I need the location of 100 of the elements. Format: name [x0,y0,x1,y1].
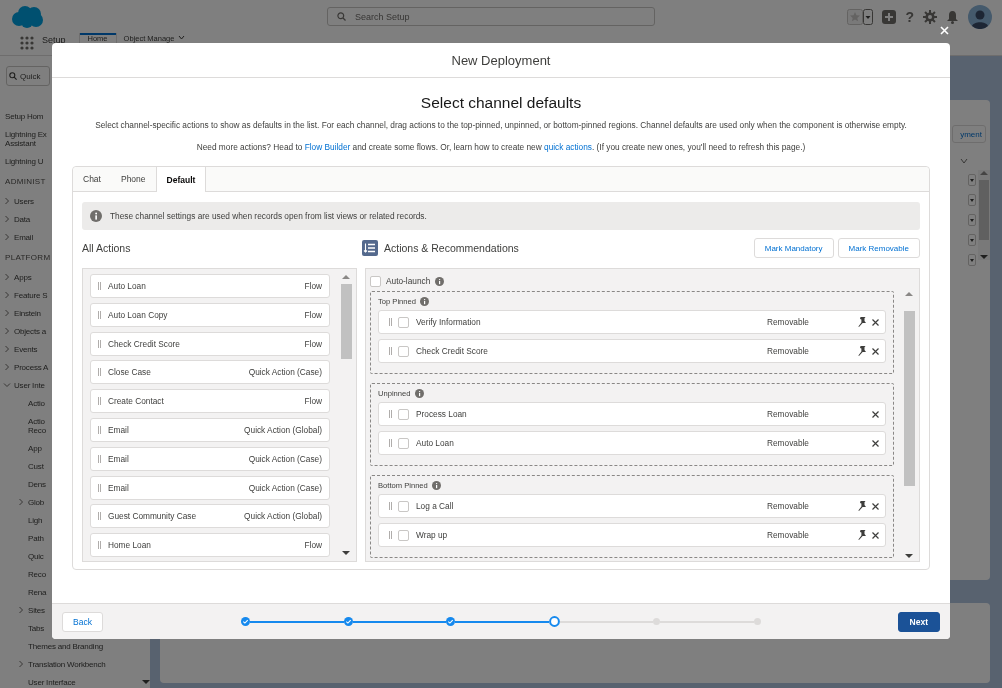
chevron-right-icon[interactable] [3,291,11,299]
help-button[interactable]: ? [905,9,914,24]
drag-handle-icon[interactable] [98,541,101,550]
close-icon[interactable] [872,318,879,326]
checkbox[interactable] [370,275,381,287]
settings-icon[interactable] [923,9,937,24]
tab[interactable]: Default [155,167,207,192]
checkbox[interactable] [398,529,409,541]
quick-find-field[interactable]: Quick [6,66,50,86]
scrollbar[interactable] [978,170,990,260]
chevron-right-icon[interactable] [3,215,11,223]
chevron-down-icon[interactable] [178,35,186,40]
drag-handle-icon[interactable] [389,347,392,355]
drag-handle-icon[interactable] [98,310,101,319]
drag-handle-icon[interactable] [389,531,392,539]
pin-icon[interactable] [857,501,866,511]
action-button[interactable]: yment [952,125,986,143]
caret-down-icon[interactable] [970,258,974,262]
search-field[interactable]: Search Setup [327,7,655,26]
link[interactable]: quick actions [544,142,592,152]
sidebar-item[interactable]: Actio [28,398,45,408]
sidebar-item[interactable]: Themes and Branding [28,641,103,651]
chevron-right-icon[interactable] [3,327,11,335]
close-icon[interactable] [872,347,879,355]
action-card[interactable]: Log a Call Removable [378,494,886,518]
chevron-right-icon[interactable] [17,660,25,668]
sidebar-item[interactable]: Lightning Ex Assistant [5,129,47,148]
checkbox[interactable] [398,345,409,357]
drag-handle-icon[interactable] [98,426,101,434]
check-circle-icon[interactable] [446,617,456,626]
scrollbar[interactable] [903,291,915,559]
action-card[interactable]: Auto Loan Copy Flow [90,302,330,327]
drag-handle-icon[interactable] [98,512,101,521]
pin-icon[interactable] [857,317,866,327]
action-card[interactable]: Email Quick Action (Case) [90,446,330,471]
next-button[interactable]: Next [897,611,940,632]
action-card[interactable]: Check Credit Score Removable [378,339,886,363]
scrollbar-thumb[interactable] [340,284,352,359]
plus-icon[interactable] [882,9,897,24]
down-arrow-icon[interactable] [905,553,913,559]
sidebar-item[interactable]: Glob [28,497,45,507]
sidebar-item[interactable]: Data [14,214,31,224]
sidebar-item[interactable]: Cust [28,461,44,471]
drag-handle-icon[interactable] [98,368,101,377]
scroll-down-arrow-icon[interactable] [142,679,150,685]
chevron-right-icon[interactable] [3,233,11,241]
pin-icon[interactable] [857,346,866,356]
caret-down-icon[interactable] [970,218,974,222]
caret-down-icon[interactable] [970,238,974,242]
chevron-right-icon[interactable] [3,363,11,371]
action-card[interactable]: Close Case Quick Action (Case) [90,360,330,385]
sidebar-item[interactable]: Users [14,196,34,206]
close-icon[interactable] [872,502,879,510]
sidebar-item[interactable]: Sites [28,605,45,615]
mark-button[interactable]: Mark Mandatory [753,238,834,258]
sidebar-item[interactable]: Email [14,232,33,242]
sidebar-item[interactable]: Events [14,344,38,354]
drag-handle-icon[interactable] [98,454,101,463]
link[interactable]: Flow Builder [304,142,351,152]
sidebar-item[interactable]: App [28,443,42,453]
action-card[interactable]: Auto Loan Flow [90,274,330,298]
row-menu-button[interactable] [968,194,976,206]
scrollbar-thumb[interactable] [979,180,989,240]
back-button[interactable]: Back [62,611,103,632]
action-card[interactable]: Email Quick Action (Global) [90,418,330,442]
sidebar-item[interactable]: Process A [14,362,49,372]
chevron-right-icon[interactable] [17,606,25,614]
mark-button[interactable]: Mark Removable [837,238,920,258]
step-ring-icon[interactable] [548,616,560,627]
action-card[interactable]: Verify Information Removable [378,310,886,334]
up-arrow-icon[interactable] [342,274,350,280]
drag-handle-icon[interactable] [389,410,392,418]
chevron-right-icon[interactable] [3,309,11,317]
sidebar-item[interactable]: Path [28,533,44,543]
sidebar-item[interactable]: Reco [28,569,46,579]
drag-handle-icon[interactable] [98,397,101,406]
chevron-right-icon[interactable] [3,345,11,353]
chevron-right-icon[interactable] [3,273,11,281]
close-icon[interactable] [872,439,879,447]
drag-handle-icon[interactable] [98,339,101,348]
checkbox[interactable] [398,437,409,449]
chevron-right-icon[interactable] [17,498,25,506]
sidebar-item[interactable]: User Inte [14,380,45,390]
close-icon[interactable] [872,410,879,418]
action-card[interactable]: Wrap up Removable [378,523,886,547]
caret-down-icon[interactable] [970,178,974,182]
sidebar-item[interactable]: Translation Workbench [28,659,106,669]
action-card[interactable]: Home Loan Flow [90,533,330,558]
up-arrow-icon[interactable] [905,291,913,297]
chevron-down-icon[interactable] [960,158,968,164]
row-menu-button[interactable] [968,254,976,266]
avatar-icon[interactable] [968,4,992,29]
sidebar-item[interactable]: Objects a [14,326,46,336]
caret-down-icon[interactable] [970,198,974,202]
check-circle-icon[interactable] [343,617,353,626]
scrollbar-thumb[interactable] [903,311,915,486]
sidebar-item[interactable]: Lightning U [5,156,44,166]
sidebar-item[interactable]: Feature S [14,290,48,300]
chevron-right-icon[interactable] [3,197,11,205]
chevron-down-icon[interactable] [3,381,11,389]
